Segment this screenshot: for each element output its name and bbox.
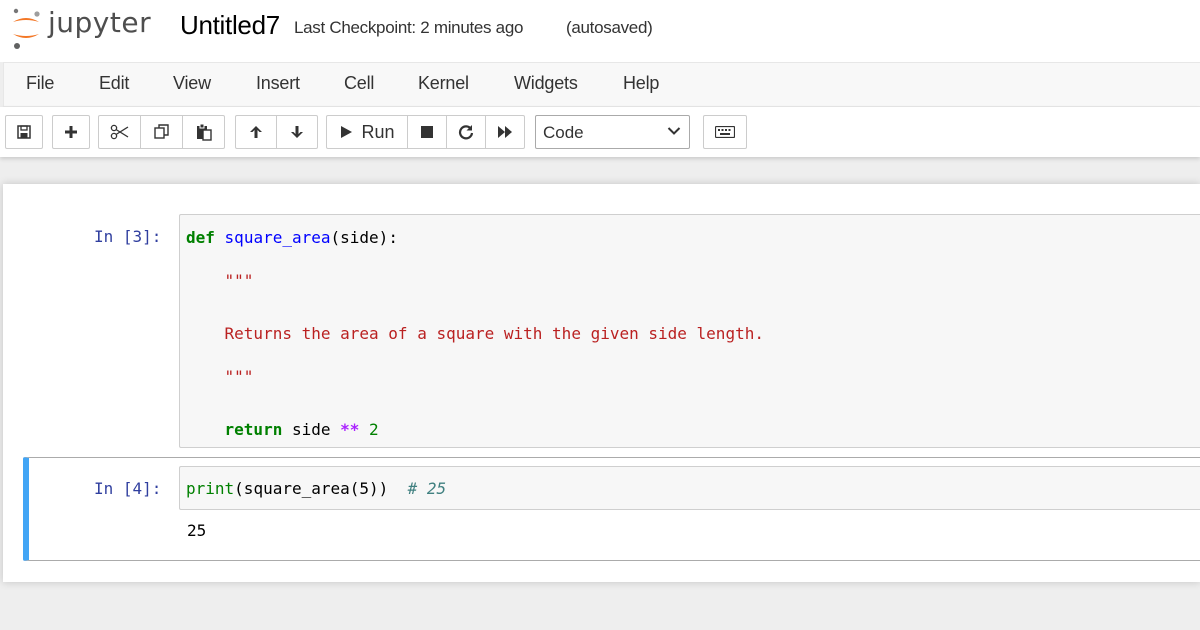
autosave-status: (autosaved) bbox=[566, 18, 653, 37]
menu-view[interactable]: View bbox=[173, 73, 211, 94]
insert-group bbox=[52, 115, 90, 149]
fast-forward-icon bbox=[498, 126, 512, 138]
code-line: Returns the area of a square with the gi… bbox=[224, 324, 764, 343]
code-input[interactable]: def square_area(side): """ Returns the a… bbox=[179, 214, 1200, 448]
code-line: """ bbox=[224, 367, 254, 386]
menu-file[interactable]: File bbox=[26, 73, 54, 94]
cut-button[interactable] bbox=[98, 115, 141, 149]
keyboard-group bbox=[703, 115, 747, 149]
chevron-down-icon bbox=[667, 127, 681, 135]
keyboard-icon bbox=[715, 126, 735, 138]
code-line: return side ** 2 bbox=[224, 420, 379, 439]
move-down-button[interactable] bbox=[276, 115, 318, 149]
menu-insert[interactable]: Insert bbox=[256, 73, 300, 94]
checkpoint-status: Last Checkpoint: 2 minutes ago bbox=[294, 18, 524, 37]
save-button[interactable] bbox=[5, 115, 43, 149]
menu-widgets[interactable]: Widgets bbox=[514, 73, 578, 94]
header: jupyter Untitled7 Last Checkpoint: 2 min… bbox=[0, 0, 1200, 62]
run-group: Run bbox=[326, 115, 525, 149]
move-group bbox=[235, 115, 318, 149]
menu-bar: File Edit View Insert Cell Kernel Widget… bbox=[3, 62, 1200, 107]
code-line: print(square_area(5)) # 25 bbox=[186, 479, 447, 498]
jupyter-logo-icon[interactable] bbox=[10, 6, 42, 50]
code-input[interactable]: print(square_area(5)) # 25 bbox=[179, 466, 1200, 510]
cell-prompt: In [4]: bbox=[94, 479, 162, 498]
save-icon bbox=[17, 125, 31, 139]
copy-button[interactable] bbox=[140, 115, 183, 149]
cut-icon bbox=[110, 124, 128, 140]
restart-icon bbox=[458, 125, 474, 140]
interrupt-button[interactable] bbox=[407, 115, 447, 149]
arrow-down-icon bbox=[291, 126, 303, 138]
cell-prompt: In [3]: bbox=[94, 227, 162, 246]
menu-help[interactable]: Help bbox=[623, 73, 659, 94]
restart-button[interactable] bbox=[446, 115, 486, 149]
paste-button[interactable] bbox=[182, 115, 225, 149]
cell-type-select[interactable]: Code bbox=[535, 115, 690, 149]
notebook-name[interactable]: Untitled7 bbox=[180, 10, 280, 41]
run-button[interactable]: Run bbox=[326, 115, 408, 149]
restart-run-all-button[interactable] bbox=[485, 115, 525, 149]
logo-text[interactable]: jupyter bbox=[48, 6, 151, 39]
run-label: Run bbox=[361, 121, 395, 142]
clipboard-group bbox=[98, 115, 225, 149]
plus-icon bbox=[65, 126, 77, 138]
save-group bbox=[5, 115, 43, 149]
code-line: def square_area(side): bbox=[186, 228, 398, 247]
command-palette-button[interactable] bbox=[703, 115, 747, 149]
menu-edit[interactable]: Edit bbox=[99, 73, 129, 94]
menu-kernel[interactable]: Kernel bbox=[418, 73, 469, 94]
run-icon bbox=[341, 126, 353, 138]
code-line: """ bbox=[224, 271, 254, 290]
insert-cell-button[interactable] bbox=[52, 115, 90, 149]
arrow-up-icon bbox=[250, 126, 262, 138]
copy-icon bbox=[153, 124, 169, 139]
paste-icon bbox=[196, 123, 212, 141]
stop-icon bbox=[421, 126, 433, 138]
cell-type-value: Code bbox=[543, 123, 584, 142]
cell-output: 25 bbox=[187, 521, 207, 540]
move-up-button[interactable] bbox=[235, 115, 277, 149]
menu-cell[interactable]: Cell bbox=[344, 73, 374, 94]
